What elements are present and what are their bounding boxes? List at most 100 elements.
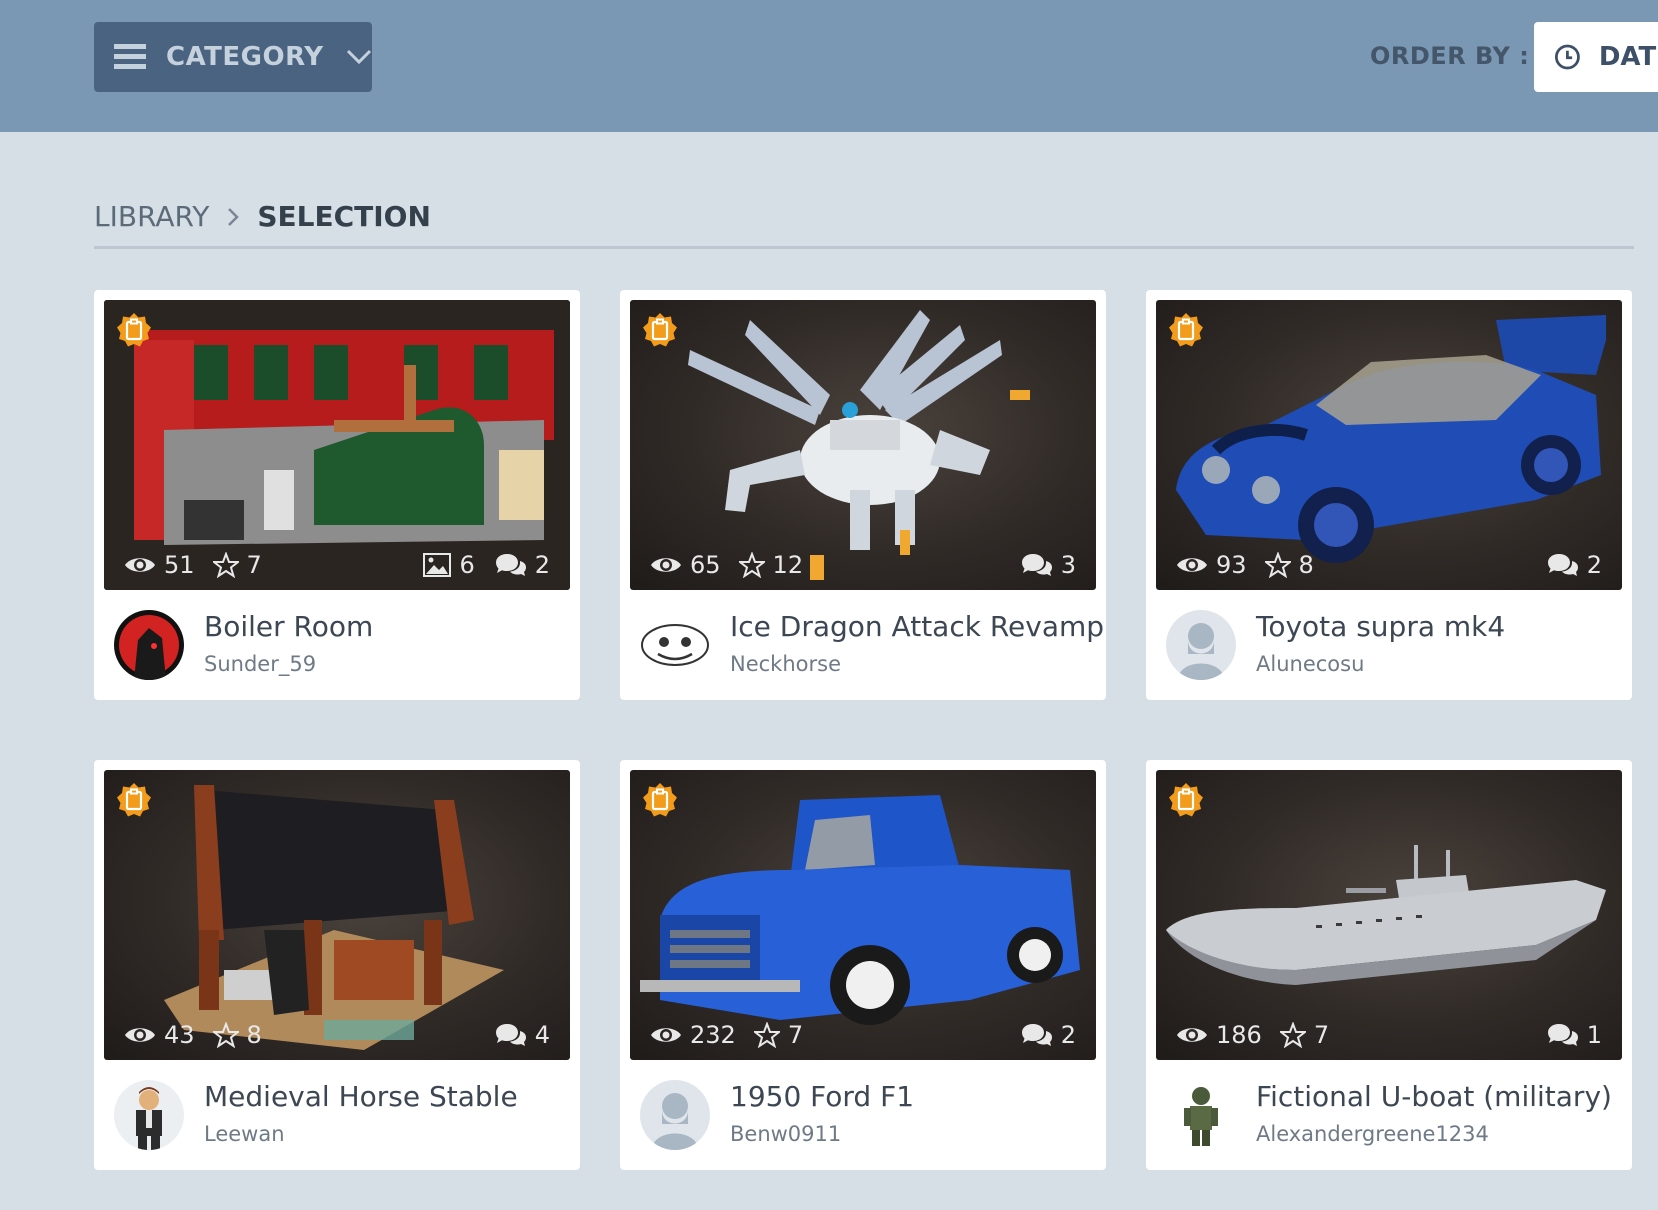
- project-author[interactable]: Alexandergreene1234: [1256, 1122, 1489, 1146]
- menu-icon: [114, 44, 146, 69]
- project-title[interactable]: Fictional U-boat (military): [1256, 1080, 1612, 1113]
- stars-count: 8: [246, 1021, 262, 1049]
- eye-icon: [1176, 1024, 1208, 1046]
- image-icon: [423, 553, 451, 577]
- project-title[interactable]: Boiler Room: [204, 610, 373, 643]
- stars-count: 7: [787, 1021, 804, 1049]
- project-card-1950-ford-f1[interactable]: 232 7 2 1950 Ford F1 Benw0911: [620, 760, 1106, 1170]
- featured-badge-icon: [642, 782, 678, 818]
- author-avatar[interactable]: [640, 1080, 710, 1150]
- chevron-right-icon: [228, 207, 240, 226]
- images-count: 6: [459, 551, 475, 579]
- u-boat-model-image: [1166, 845, 1606, 985]
- category-label: CATEGORY: [166, 42, 324, 72]
- breadcrumb-divider: [94, 246, 1634, 249]
- author-avatar[interactable]: [1166, 1080, 1236, 1150]
- project-thumbnail[interactable]: 232 7 2: [630, 770, 1096, 1060]
- order-by-label: ORDER BY :: [1370, 42, 1530, 70]
- toyota-supra-model-image: [1176, 315, 1606, 563]
- author-avatar[interactable]: [1166, 610, 1236, 680]
- breadcrumb: LIBRARY SELECTION: [94, 200, 431, 233]
- breadcrumb-current: SELECTION: [257, 200, 431, 233]
- featured-badge-icon: [1168, 312, 1204, 348]
- breadcrumb-library-link[interactable]: LIBRARY: [94, 200, 209, 233]
- stars-count: 8: [1298, 551, 1314, 579]
- comments-count: 1: [1586, 1021, 1602, 1049]
- author-avatar[interactable]: [114, 1080, 184, 1150]
- views-count: 93: [1216, 551, 1247, 579]
- project-thumbnail[interactable]: 65 12 3: [630, 300, 1096, 590]
- author-avatar[interactable]: [640, 610, 710, 680]
- ice-dragon-model-image: [688, 310, 1030, 580]
- comments-count: 4: [534, 1021, 550, 1049]
- stars-count: 12: [772, 551, 804, 579]
- project-author[interactable]: Leewan: [204, 1122, 285, 1146]
- star-icon: [754, 1022, 780, 1048]
- boiler-room-model-image: [104, 300, 570, 590]
- author-avatar[interactable]: [114, 610, 184, 680]
- default-user-icon: [1166, 610, 1236, 680]
- category-dropdown[interactable]: CATEGORY: [94, 22, 372, 92]
- project-stats: 186 7 1: [1156, 1018, 1622, 1052]
- project-thumbnail[interactable]: 51 7 6 2: [104, 300, 570, 590]
- views-count: 186: [1216, 1021, 1262, 1049]
- views-count: 232: [690, 1021, 736, 1049]
- comments-icon: [495, 552, 527, 578]
- project-card-ice-dragon[interactable]: 65 12 3 Ice Dragon Attack Revamp Neckhor…: [620, 290, 1106, 700]
- comments-count: 2: [1586, 551, 1602, 579]
- star-icon: [213, 1022, 239, 1048]
- stars-count: 7: [1313, 1021, 1330, 1049]
- featured-badge-icon: [116, 782, 152, 818]
- project-stats: 43 8 4: [104, 1018, 570, 1052]
- project-author[interactable]: Sunder_59: [204, 652, 316, 676]
- comments-icon: [1021, 1022, 1053, 1048]
- star-icon: [739, 552, 765, 578]
- project-stats: 65 12 3: [630, 548, 1096, 582]
- order-by-value: DATE: [1598, 42, 1658, 72]
- top-toolbar: CATEGORY ORDER BY : DATE: [0, 0, 1658, 132]
- project-title[interactable]: Ice Dragon Attack Revamp: [730, 610, 1104, 643]
- chevron-down-icon: [346, 49, 371, 65]
- horse-stable-model-image: [164, 785, 504, 1050]
- star-icon: [1265, 552, 1291, 578]
- comments-icon: [1547, 1022, 1579, 1048]
- default-user-icon: [640, 1080, 710, 1150]
- project-card-medieval-horse-stable[interactable]: 43 8 4 Medieval Horse Stable Leewan: [94, 760, 580, 1170]
- project-card-fictional-u-boat[interactable]: 186 7 1 Fictional U-boat (military) Alex…: [1146, 760, 1632, 1170]
- order-by-dropdown[interactable]: DATE: [1534, 22, 1658, 92]
- featured-badge-icon: [1168, 782, 1204, 818]
- star-icon: [1280, 1022, 1306, 1048]
- project-thumbnail[interactable]: 43 8 4: [104, 770, 570, 1060]
- comments-count: 3: [1060, 551, 1076, 579]
- ford-f1-model-image: [640, 795, 1080, 1025]
- eye-icon: [1176, 554, 1208, 576]
- comments-icon: [495, 1022, 527, 1048]
- project-author[interactable]: Alunecosu: [1256, 652, 1364, 676]
- featured-badge-icon: [642, 312, 678, 348]
- clock-icon: [1554, 44, 1580, 70]
- project-thumbnail[interactable]: 93 8 2: [1156, 300, 1622, 590]
- project-thumbnail[interactable]: 186 7 1: [1156, 770, 1622, 1060]
- project-stats: 232 7 2: [630, 1018, 1096, 1052]
- comments-icon: [1021, 552, 1053, 578]
- eye-icon: [124, 554, 156, 576]
- star-icon: [213, 552, 239, 578]
- project-title[interactable]: Medieval Horse Stable: [204, 1080, 518, 1113]
- comments-count: 2: [1060, 1021, 1076, 1049]
- comments-icon: [1547, 552, 1579, 578]
- project-stats: 93 8 2: [1156, 548, 1622, 582]
- project-author[interactable]: Neckhorse: [730, 652, 841, 676]
- stars-count: 7: [246, 551, 262, 579]
- views-count: 65: [690, 551, 721, 579]
- project-title[interactable]: Toyota supra mk4: [1256, 610, 1505, 643]
- project-card-boiler-room[interactable]: 51 7 6 2 Boiler Room Sunder_59: [94, 290, 580, 700]
- project-stats: 51 7 6 2: [104, 548, 570, 582]
- eye-icon: [650, 554, 682, 576]
- eye-icon: [124, 1024, 156, 1046]
- project-card-toyota-supra[interactable]: 93 8 2 Toyota supra mk4 Alunecosu: [1146, 290, 1632, 700]
- project-author[interactable]: Benw0911: [730, 1122, 841, 1146]
- featured-badge-icon: [116, 312, 152, 348]
- project-title[interactable]: 1950 Ford F1: [730, 1080, 914, 1113]
- comments-count: 2: [534, 551, 550, 579]
- views-count: 43: [164, 1021, 195, 1049]
